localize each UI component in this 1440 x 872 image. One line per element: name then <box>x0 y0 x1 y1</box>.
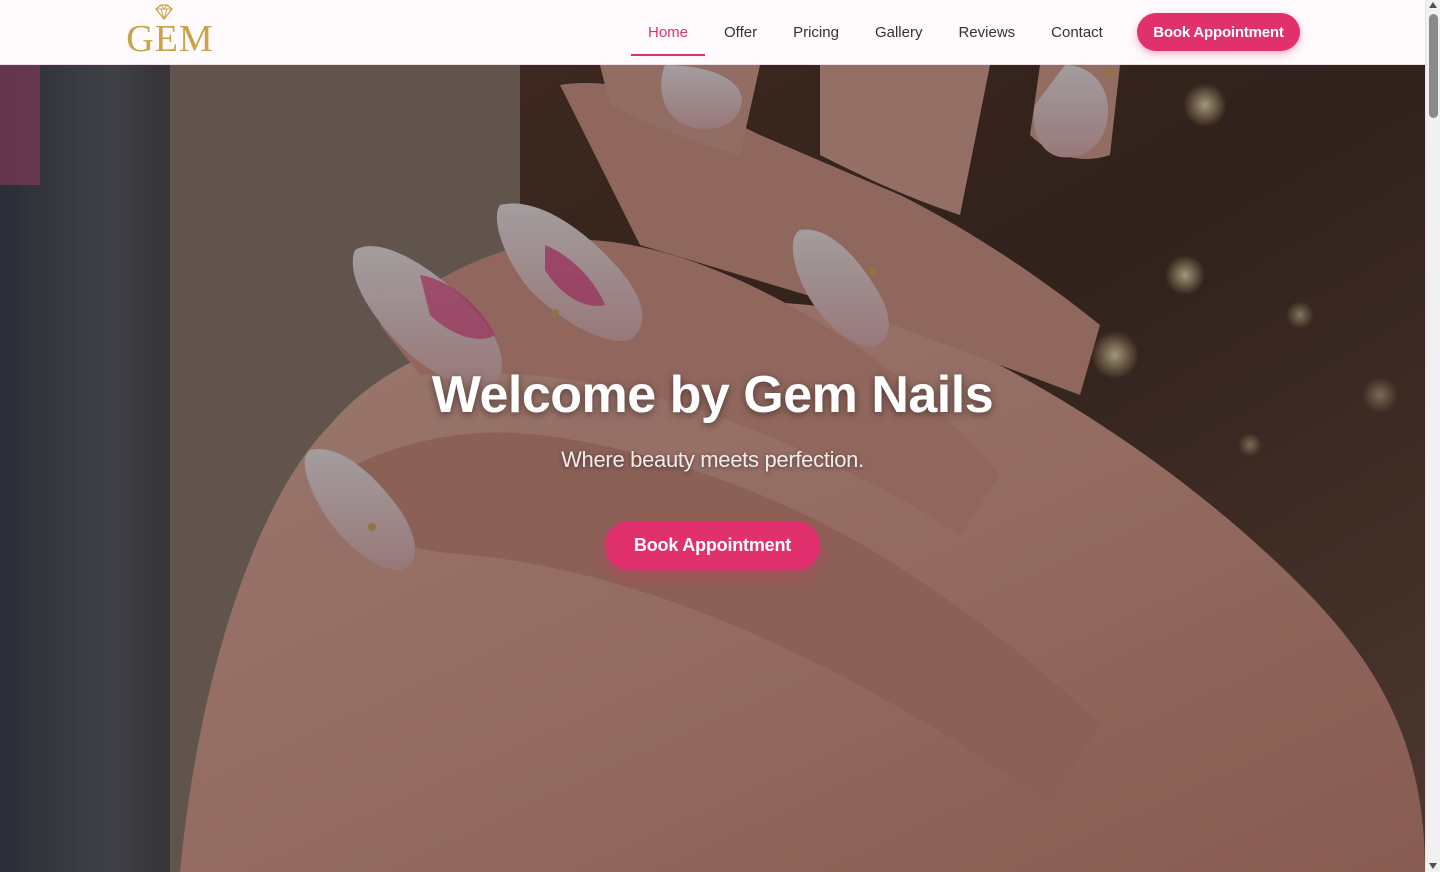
scroll-down-arrow-icon[interactable] <box>1429 863 1437 869</box>
site-header: GEM Home Offer Pricing Gallery Reviews C… <box>0 0 1425 65</box>
scroll-thumb[interactable] <box>1429 14 1438 118</box>
brand-logo[interactable]: GEM <box>122 4 218 60</box>
nav-item-contact[interactable]: Contact <box>1033 0 1121 64</box>
nav-item-pricing[interactable]: Pricing <box>775 0 857 64</box>
scroll-up-arrow-icon[interactable] <box>1429 2 1437 8</box>
main-nav: Home Offer Pricing Gallery Reviews Conta… <box>630 0 1121 64</box>
nav-item-gallery[interactable]: Gallery <box>857 0 941 64</box>
logo-text: GEM <box>126 18 214 60</box>
nav-item-offer[interactable]: Offer <box>706 0 775 64</box>
hero-book-appointment-button[interactable]: Book Appointment <box>605 521 820 570</box>
hero-subtitle: Where beauty meets perfection. <box>561 447 864 472</box>
header-book-appointment-button[interactable]: Book Appointment <box>1137 13 1300 51</box>
hero-title: Welcome by Gem Nails <box>431 366 994 424</box>
hero-section: Welcome by Gem Nails Where beauty meets … <box>0 65 1425 872</box>
nav-item-home[interactable]: Home <box>630 0 706 64</box>
nav-item-reviews[interactable]: Reviews <box>940 0 1033 64</box>
page-scrollbar[interactable] <box>1425 0 1440 872</box>
